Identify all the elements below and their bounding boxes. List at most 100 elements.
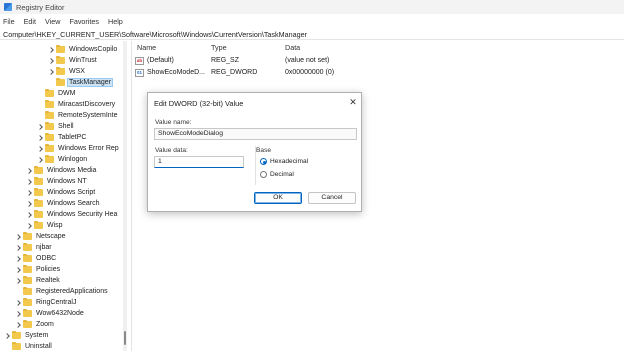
chevron-right-icon[interactable]	[15, 321, 21, 329]
tree-item[interactable]: Windows Security Hea	[26, 209, 118, 220]
menu-edit[interactable]: Edit	[24, 17, 36, 26]
chevron-right-icon[interactable]	[26, 167, 32, 175]
folder-icon	[23, 243, 32, 251]
base-group: Base Hexadecimal Decimal	[255, 146, 356, 185]
menu-help[interactable]: Help	[108, 17, 123, 26]
chevron-right-icon[interactable]	[37, 134, 43, 142]
cancel-button[interactable]: Cancel	[308, 192, 356, 204]
tree-item[interactable]: Windows NT	[26, 176, 88, 187]
tree-item[interactable]: WinTrust	[48, 55, 98, 66]
menu-favorites[interactable]: Favorites	[69, 17, 99, 26]
ok-button[interactable]: OK	[254, 192, 302, 204]
chevron-right-icon[interactable]	[26, 222, 32, 230]
tree-item[interactable]: TabletPC	[37, 132, 87, 143]
tree-item[interactable]: Policies	[15, 264, 61, 275]
chevron-right-icon[interactable]	[26, 189, 32, 197]
column-header-name[interactable]: Name	[137, 43, 156, 52]
tree-item[interactable]: Zoom	[15, 319, 55, 330]
value-row-showecomode[interactable]: 01 ShowEcoModeD... REG_DWORD 0x00000000 …	[135, 67, 435, 78]
tree-scroll-thumb[interactable]	[124, 331, 126, 345]
tree-item[interactable]: MiracastDiscovery	[37, 99, 116, 110]
dialog-title: Edit DWORD (32-bit) Value	[154, 99, 244, 108]
tree-item-label: ODBC	[36, 255, 57, 262]
tree-item[interactable]: System	[4, 330, 49, 341]
tree-item-label: DWM	[58, 90, 76, 97]
tree-item[interactable]: Windows Search	[26, 198, 101, 209]
tree-item[interactable]: Windows Media	[26, 165, 97, 176]
chevron-right-icon[interactable]	[4, 332, 10, 340]
chevron-right-icon	[15, 288, 21, 296]
value-name-label: Value name:	[155, 119, 192, 126]
string-value-icon: ab	[135, 56, 144, 65]
radio-decimal[interactable]: Decimal	[260, 171, 294, 178]
folder-icon	[45, 155, 54, 163]
menu-file[interactable]: File	[3, 17, 15, 26]
folder-icon	[23, 254, 32, 262]
tree-item[interactable]: Realtek	[15, 275, 61, 286]
chevron-right-icon[interactable]	[15, 299, 21, 307]
pane-splitter[interactable]	[131, 41, 132, 351]
folder-icon	[45, 100, 54, 108]
chevron-right-icon[interactable]	[48, 68, 54, 76]
chevron-right-icon[interactable]	[15, 255, 21, 263]
radio-button-checked-icon[interactable]	[260, 158, 267, 165]
folder-icon	[45, 122, 54, 130]
tree-item[interactable]: Windows Error Rep	[37, 143, 120, 154]
chevron-right-icon[interactable]	[37, 123, 43, 131]
radio-hexadecimal[interactable]: Hexadecimal	[260, 158, 308, 165]
close-icon[interactable]: ✕	[347, 96, 359, 108]
chevron-right-icon[interactable]	[15, 233, 21, 241]
folder-icon	[12, 331, 21, 339]
tree-item-label: Uninstall	[25, 343, 52, 350]
value-name-field[interactable]: ShowEcoModeDialog	[154, 128, 357, 140]
tree-item-label: njbar	[36, 244, 52, 251]
tree-item[interactable]: Wow6432Node	[15, 308, 85, 319]
chevron-right-icon[interactable]	[37, 156, 43, 164]
tree-item[interactable]: TaskManager	[48, 77, 114, 88]
tree-item[interactable]: RegisteredApplications	[15, 286, 109, 297]
tree-item[interactable]: Shell	[37, 121, 75, 132]
chevron-right-icon[interactable]	[15, 277, 21, 285]
folder-icon	[56, 45, 65, 53]
tree-item[interactable]: Uninstall	[4, 341, 53, 351]
chevron-right-icon	[48, 79, 54, 87]
tree-item-label: MiracastDiscovery	[58, 101, 116, 108]
tree-item[interactable]: Winlogon	[37, 154, 88, 165]
title-bar: Registry Editor	[0, 0, 624, 14]
chevron-right-icon[interactable]	[15, 266, 21, 274]
tree-item-label: RingCentralJ	[36, 299, 77, 306]
tree-item[interactable]: RemoteSystemInte	[37, 110, 119, 121]
chevron-right-icon[interactable]	[15, 244, 21, 252]
chevron-right-icon[interactable]	[48, 46, 54, 54]
value-row-default[interactable]: ab (Default) REG_SZ (value not set)	[135, 55, 435, 66]
chevron-right-icon[interactable]	[15, 310, 21, 318]
tree-item[interactable]: WindowsCopilo	[48, 44, 118, 55]
chevron-right-icon[interactable]	[48, 57, 54, 65]
tree-item[interactable]: Windows Script	[26, 187, 96, 198]
tree-scrollbar[interactable]	[123, 41, 127, 351]
tree-item-label: Shell	[58, 123, 74, 130]
tree-item[interactable]: njbar	[15, 242, 53, 253]
tree-item[interactable]: Wisp	[26, 220, 64, 231]
tree-item-label: Windows Error Rep	[58, 145, 119, 152]
menu-view[interactable]: View	[45, 17, 60, 26]
tree-item[interactable]: WSX	[48, 66, 86, 77]
tree-item[interactable]: RingCentralJ	[15, 297, 77, 308]
column-header-data[interactable]: Data	[285, 43, 300, 52]
chevron-right-icon[interactable]	[26, 178, 32, 186]
value-data-field[interactable]: 1	[154, 156, 244, 168]
chevron-right-icon[interactable]	[37, 145, 43, 153]
chevron-right-icon	[37, 90, 43, 98]
folder-icon	[23, 232, 32, 240]
folder-icon	[45, 111, 54, 119]
base-label: Base	[256, 147, 272, 154]
tree-item[interactable]: ODBC	[15, 253, 57, 264]
tree-item[interactable]: Netscape	[15, 231, 67, 242]
address-bar[interactable]: Computer\HKEY_CURRENT_USER\Software\Micr…	[0, 29, 624, 40]
radio-button-icon[interactable]	[260, 171, 267, 178]
tree-item[interactable]: DWM	[37, 88, 77, 99]
chevron-right-icon[interactable]	[26, 200, 32, 208]
chevron-right-icon[interactable]	[26, 211, 32, 219]
value-name: (Default)	[147, 57, 174, 64]
column-header-type[interactable]: Type	[211, 43, 227, 52]
